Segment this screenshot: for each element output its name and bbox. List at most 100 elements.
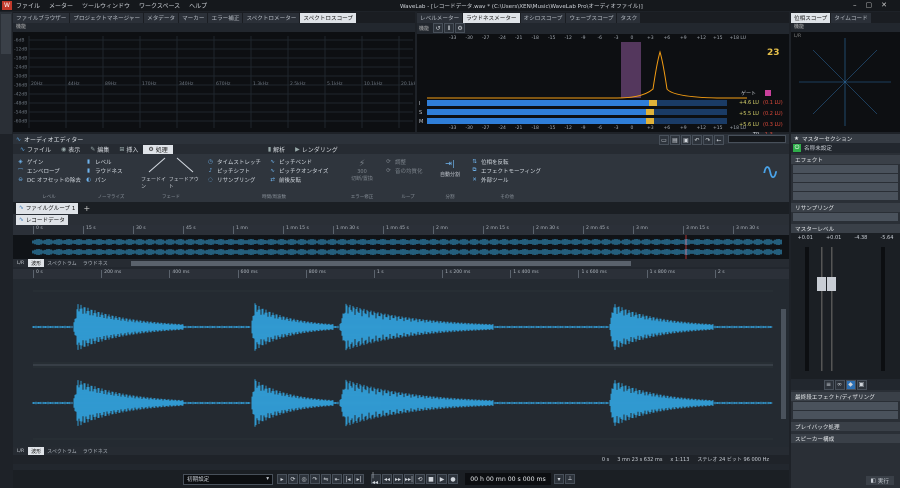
transport-preset-select[interactable]: 初期設定 ▾ [183,473,273,485]
editor-new-icon[interactable]: ▭ [659,135,669,145]
spectro-function-button[interactable]: 機能 [13,23,415,31]
tab-timecode[interactable]: タイムコード [831,12,871,23]
effect-slot[interactable] [793,165,898,173]
tab-wavescope[interactable]: ウェーブスコープ [566,12,617,23]
loop-homogenize-button[interactable]: ⟳ 音の均質化 [385,166,431,175]
transport-record-mode-icon[interactable]: ◎ [299,474,309,484]
overview-waveform[interactable] [13,235,789,259]
master-speaker-header[interactable]: スピーカー構成 [791,434,900,443]
overview-scrollbar[interactable] [130,260,631,266]
loudness-pause-icon[interactable]: Ⅱ [444,23,455,33]
ribbon-tab-file[interactable]: ∿ ファイル [15,145,56,154]
reverse-button[interactable]: ⇄ 前後反転 [269,175,341,184]
editor-open-icon[interactable]: ▤ [670,135,680,145]
transport-next-marker-icon[interactable]: ▸| [354,474,364,484]
ribbon-tab-process[interactable]: ⚙ 処理 [143,144,173,154]
master-effects-header[interactable]: エフェクト [791,155,900,164]
tab-spectroscope[interactable]: スペクトロスコープ [300,12,357,23]
window-controls[interactable]: –▢✕ [853,1,896,9]
final-effect-slot[interactable] [793,402,898,410]
transport-to-end-icon[interactable]: ▸▸| [404,474,414,484]
overview-tab-loudness[interactable]: ラウドネス [80,259,111,267]
editor-redo-icon[interactable]: ↷ [703,135,713,145]
menu-help[interactable]: ヘルプ [189,1,207,10]
tab-loudness-meter[interactable]: ラウドネスメーター [463,12,520,23]
fader-handle-left[interactable] [817,277,826,291]
tab-metadata[interactable]: メタデータ [144,12,179,23]
ribbon-tab-analysis[interactable]: ▮ 解析 [263,145,290,154]
master-mono-icon[interactable]: ∞ [834,379,845,390]
normalize-loudness-button[interactable]: ▮ ラウドネス [85,166,137,175]
effect-slot[interactable] [793,174,898,182]
pitch-bend-button[interactable]: ∿ ピッチベンド [269,157,341,166]
editor-save-icon[interactable]: ▣ [681,135,691,145]
tab-phase-scope[interactable]: 位相スコープ [791,12,831,23]
transport-metronome-icon[interactable]: ⟂ [565,474,575,484]
ribbon-tab-insert[interactable]: ⊞ 挿入 [114,145,143,154]
tab-error-correction[interactable]: エラー補正 [208,12,243,23]
pitch-shift-button[interactable]: ♪ ピッチシフト [207,166,267,175]
tab-markers[interactable]: マーカー [179,12,208,23]
tab-file-browser[interactable]: ファイルブラウザー [13,12,70,23]
transport-play-from-icon[interactable]: ↷ [310,474,320,484]
ribbon-tab-edit[interactable]: ✎ 編集 [85,145,114,154]
loudness-reset-icon[interactable]: ↺ [433,23,444,33]
cut-replace-button[interactable]: 切断/置換 [345,175,379,182]
main-tab-loudness[interactable]: ラウドネス [80,447,111,455]
master-power-icon[interactable]: ⏻ [793,144,801,152]
main-ruler[interactable]: 0 s 200 ms 400 ms 600 ms 800 ms 1 s 1 s 200 ms… [13,269,789,279]
fade-in-button[interactable]: フェードイン [141,176,169,190]
editor-preset-select[interactable] [728,135,786,143]
envelope-button[interactable]: ⌒ エンベロープ [17,166,81,175]
transport-time-format-icon[interactable]: ▾ [554,474,564,484]
main-waveform[interactable] [13,279,789,447]
overview-tab-waveform[interactable]: 波形 [28,259,45,267]
transport-to-start-icon[interactable]: |◂◂ [371,472,381,486]
menu-workspace[interactable]: ワークスペース [139,1,180,10]
normalize-pan-button[interactable]: ◐ パン [85,175,137,184]
final-effect-slot[interactable] [793,411,898,419]
effect-slot[interactable] [793,183,898,191]
fader-handle-right[interactable] [827,277,836,291]
fade-out-button[interactable]: フェードアウト [169,176,201,190]
transport-sync-icon[interactable]: ⇋ [321,474,331,484]
main-tab-waveform[interactable]: 波形 [28,447,45,455]
master-final-effects-header[interactable]: 最終段エフェクト/ディザリング [791,392,900,401]
tab-spectrometer[interactable]: スペクトロメーター [243,12,300,23]
main-vertical-scrollbar[interactable] [781,309,786,419]
master-playback-header[interactable]: プレイバック処理 [791,422,900,431]
master-dither-icon[interactable]: ◆ [845,379,856,390]
add-group-icon[interactable]: + [83,204,90,213]
tab-file-group[interactable]: ∿ ファイルグループ 1 [16,202,79,214]
gain-button[interactable]: ◈ ゲイン [17,157,81,166]
overview-tab-spectrum[interactable]: スペクトラム [44,259,80,267]
external-tools-button[interactable]: ✕ 外部ツール [471,175,543,184]
pitch-quantize-button[interactable]: ∿ ピッチクオンタイズ [269,166,341,175]
ribbon-tab-view[interactable]: ◉ 表示 [56,145,85,154]
master-resampling-header[interactable]: リサンプリング [791,203,900,212]
resampling-button[interactable]: ◌ リサンプリング [207,175,267,184]
transport-edit-cursor-icon[interactable]: ⇤ [332,474,342,484]
phase-function-button[interactable]: 機能 [791,23,900,31]
master-render-button[interactable]: ◧ 実行 [865,476,894,485]
master-level-header[interactable]: マスターレベル [791,224,900,233]
menu-tool-windows[interactable]: ツールウィンドウ [82,1,130,10]
master-link-icon[interactable]: ≡ [823,379,834,390]
master-lock-icon[interactable]: ▣ [856,379,867,390]
tab-project-manager[interactable]: プロジェクトマネージャー [70,12,144,23]
loudness-function-button[interactable]: 機能 [419,25,429,32]
transport-cycle-icon[interactable]: ⟲ [415,474,425,484]
tab-tasks[interactable]: タスク [617,12,641,23]
normalize-level-button[interactable]: ▮ レベル [85,157,137,166]
transport-forward-icon[interactable]: ▸▸ [393,474,403,484]
resampling-slot[interactable] [793,213,898,221]
transport-record-icon[interactable]: ● [448,474,458,484]
side-strip-tab[interactable] [1,14,11,54]
transport-rewind-icon[interactable]: ◂◂ [382,474,392,484]
ribbon-tab-render[interactable]: ▶ レンダリング [290,145,343,154]
editor-undo-icon[interactable]: ↶ [692,135,702,145]
main-tab-spectrum[interactable]: スペクトラム [44,447,80,455]
transport-stop-icon[interactable]: ■ [426,474,436,484]
editor-back-icon[interactable]: ← [714,135,724,145]
loop-adjust-button[interactable]: ⟳ 調整 [385,157,431,166]
